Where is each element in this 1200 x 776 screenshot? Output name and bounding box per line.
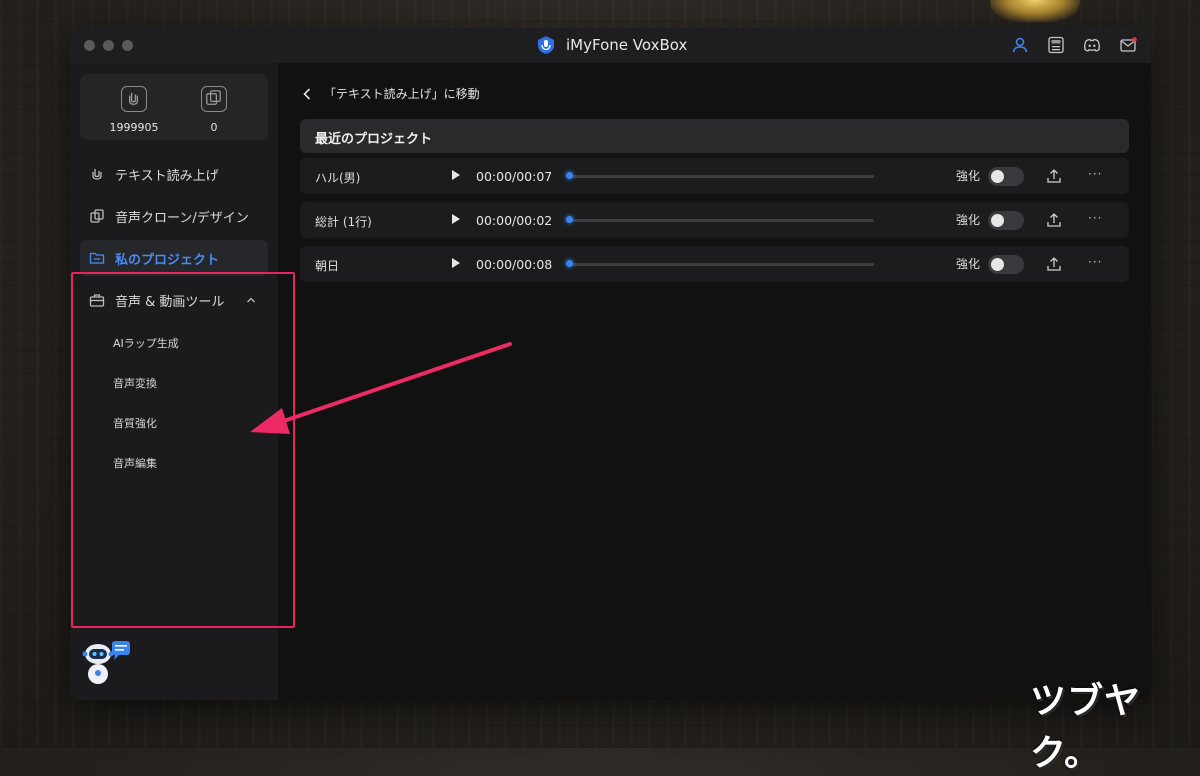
- more-options-icon[interactable]: ···: [1088, 167, 1102, 181]
- voxbox-logo-icon: [538, 36, 554, 54]
- character-counter-icon: [121, 86, 147, 112]
- export-icon[interactable]: [1046, 256, 1062, 272]
- progress-knob[interactable]: [566, 216, 573, 223]
- playback-time: 00:00/00:07: [476, 169, 553, 184]
- text-to-speech-icon: [92, 169, 102, 180]
- enhance-toggle[interactable]: [988, 255, 1024, 274]
- progress-track[interactable]: [568, 219, 874, 222]
- site-watermark: ツブヤク。: [1030, 681, 1142, 774]
- window-controls: [84, 40, 133, 51]
- voice-clone-counter-icon: [201, 86, 227, 112]
- app-title: iMyFone VoxBox: [566, 36, 688, 54]
- section-title: 最近のプロジェクト: [315, 132, 433, 147]
- close-window-button[interactable]: [84, 40, 95, 51]
- play-icon[interactable]: [452, 170, 460, 180]
- mail-icon[interactable]: [1119, 36, 1137, 54]
- minimize-window-button[interactable]: [103, 40, 114, 51]
- support-chatbot-icon[interactable]: [82, 639, 132, 687]
- project-row[interactable]: 総計 (1行) 00:00/00:02 強化 ···: [300, 202, 1129, 238]
- enhance-label: 強化: [956, 169, 981, 183]
- clone-count: 0: [210, 121, 218, 134]
- play-icon[interactable]: [452, 258, 460, 268]
- sidebar-item-label: テキスト読み上げ: [115, 168, 219, 184]
- playback-time: 00:00/00:08: [476, 257, 553, 272]
- app-title-group: iMyFone VoxBox: [536, 35, 687, 55]
- character-count-stat: 1999905: [104, 86, 164, 134]
- app-download-icon[interactable]: [1047, 36, 1065, 54]
- enhance-toggle[interactable]: [988, 167, 1024, 186]
- title-toolbar: [1011, 36, 1137, 54]
- recent-projects-header: 最近のプロジェクト: [300, 119, 1129, 153]
- usage-stats-card: 1999905 0: [80, 74, 268, 140]
- project-name: 朝日: [315, 259, 340, 273]
- sidebar-item-text-to-speech[interactable]: テキスト読み上げ: [80, 156, 268, 192]
- sidebar-item-voice-clone[interactable]: 音声クローン/デザイン: [80, 198, 268, 234]
- chevron-left-icon: [303, 87, 311, 100]
- back-link-label: 「テキスト読み上げ」に移動: [324, 87, 480, 101]
- project-name: 総計 (1行): [315, 215, 372, 229]
- main-content: 「テキスト読み上げ」に移動 最近のプロジェクト ハル(男) 00:00/00:0…: [278, 63, 1151, 700]
- sidebar-item-my-projects[interactable]: 私のプロジェクト: [80, 240, 268, 276]
- character-count: 1999905: [109, 121, 159, 134]
- progress-track[interactable]: [568, 263, 874, 266]
- project-row[interactable]: 朝日 00:00/00:08 強化 ···: [300, 246, 1129, 282]
- sidebar-item-label: 音声クローン/デザイン: [115, 210, 249, 226]
- more-options-icon[interactable]: ···: [1088, 211, 1102, 225]
- annotation-highlight-box: [71, 272, 295, 628]
- clone-count-stat: 0: [184, 86, 244, 134]
- export-icon[interactable]: [1046, 168, 1062, 184]
- enhance-label: 強化: [956, 213, 981, 227]
- voice-clone-icon: [90, 209, 104, 223]
- play-icon[interactable]: [452, 214, 460, 224]
- background-light: [990, 0, 1080, 22]
- title-bar: iMyFone VoxBox: [70, 28, 1151, 63]
- progress-knob[interactable]: [566, 260, 573, 267]
- maximize-window-button[interactable]: [122, 40, 133, 51]
- more-options-icon[interactable]: ···: [1088, 255, 1102, 269]
- project-name: ハル(男): [315, 171, 361, 185]
- playback-time: 00:00/00:02: [476, 213, 553, 228]
- discord-icon[interactable]: [1083, 36, 1101, 54]
- folder-icon: [89, 252, 105, 264]
- progress-knob[interactable]: [566, 172, 573, 179]
- enhance-toggle[interactable]: [988, 211, 1024, 230]
- export-icon[interactable]: [1046, 212, 1062, 228]
- progress-track[interactable]: [568, 175, 874, 178]
- sidebar-item-label: 私のプロジェクト: [115, 252, 220, 268]
- user-icon[interactable]: [1011, 36, 1029, 54]
- back-to-tts-link[interactable]: 「テキスト読み上げ」に移動: [302, 85, 480, 102]
- enhance-label: 強化: [956, 257, 981, 271]
- project-row[interactable]: ハル(男) 00:00/00:07 強化 ···: [300, 158, 1129, 194]
